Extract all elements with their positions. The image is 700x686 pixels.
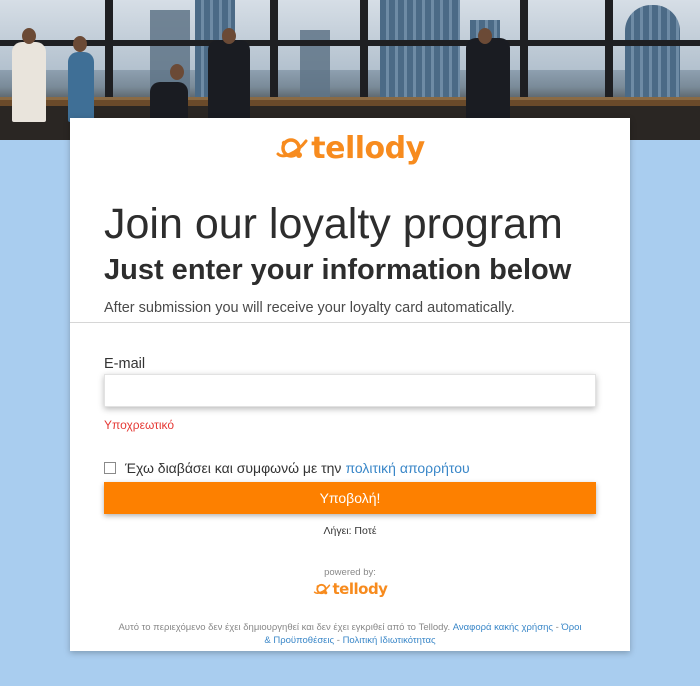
report-abuse-link[interactable]: Αναφορά κακής χρήσης (453, 622, 553, 633)
tellody-logo[interactable]: tellody (275, 130, 425, 166)
hero-person-head (22, 28, 36, 44)
hero-person-head (73, 36, 87, 52)
expiry-text: Λήγει: Ποτέ (323, 525, 377, 537)
footer-disclaimer: Αυτό το περιεχόμενο δεν έχει δημιουργηθε… (114, 621, 586, 647)
hero-person-head (478, 28, 492, 44)
hero-person (150, 82, 188, 122)
footer-separator: - (334, 635, 343, 646)
privacy-consent: Έχω διαβάσει και συμφωνώ με την πολιτική… (104, 460, 470, 476)
divider (70, 322, 630, 323)
submit-button[interactable]: Υποβολή! (104, 482, 596, 514)
page-description: After submission you will receive your l… (104, 300, 515, 316)
email-label: E-mail (104, 356, 146, 372)
powered-by-logo-wrap: tellody (70, 580, 630, 598)
page-subtitle: Just enter your information below (104, 254, 572, 286)
signup-card: tellody Join our loyalty program Just en… (70, 118, 630, 651)
hero-person (208, 40, 250, 122)
disclaimer-text: Αυτό το περιεχόμενο δεν έχει δημιουργηθε… (118, 622, 451, 633)
privacy-policy-link[interactable]: πολιτική απορρήτου (345, 460, 469, 476)
planet-icon (276, 138, 308, 158)
tellody-small-logo[interactable]: tellody (313, 580, 388, 598)
hero-building (625, 5, 680, 100)
hero-person-head (170, 64, 184, 80)
powered-by-label: powered by: (324, 567, 376, 578)
page-title: Join our loyalty program (104, 200, 563, 248)
required-hint: Υποχρεωτικό (104, 418, 175, 432)
hero-person (12, 42, 46, 122)
brand-header: tellody (70, 124, 630, 172)
hero-person (466, 38, 510, 122)
consent-text: Έχω διαβάσει και συμφωνώ με την (125, 460, 342, 476)
hero-person-head (222, 28, 236, 44)
brand-name: tellody (311, 130, 425, 166)
email-field[interactable] (104, 374, 596, 407)
privacy-link[interactable]: Πολιτική Ιδιωτικότητας (343, 635, 436, 646)
planet-icon (313, 583, 330, 595)
hero-person (68, 52, 94, 122)
powered-brand-name: tellody (332, 580, 388, 598)
consent-checkbox[interactable] (104, 462, 116, 474)
hero-building (380, 0, 460, 100)
